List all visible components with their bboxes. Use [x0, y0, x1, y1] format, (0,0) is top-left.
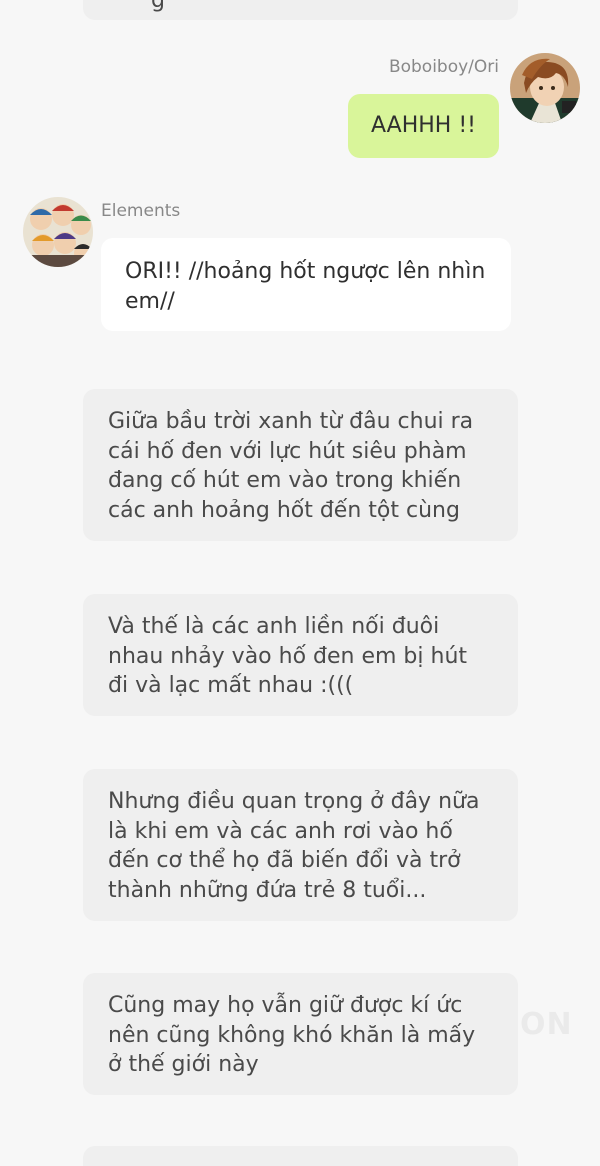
ori-avatar[interactable]	[510, 53, 580, 123]
narration-text: Cũng may họ vẫn giữ được kí ức nên cũng …	[108, 993, 476, 1077]
narration-bubble[interactable]: Cũng may họ vẫn giữ được kí ức nên cũng …	[83, 973, 518, 1095]
narration-bubble[interactable]: Giữa bầu trời xanh từ đâu chui ra cái hố…	[83, 389, 518, 541]
elements-avatar[interactable]	[23, 197, 93, 267]
next-narration-bubble	[83, 1146, 518, 1166]
ori-message-bubble[interactable]: AAHHH !!	[348, 94, 499, 158]
narration-text: Giữa bầu trời xanh từ đâu chui ra cái hố…	[108, 409, 474, 523]
narration-bubble[interactable]: Và thế là các anh liền nối đuôi nhau nhả…	[83, 594, 518, 716]
ori-message-text: AAHHH !!	[371, 113, 476, 138]
elements-avatar-image	[23, 197, 93, 267]
ori-sender-name: Boboiboy/Ori	[388, 57, 499, 77]
narration-bubble[interactable]: Nhưng điều quan trọng ở đây nữa là khi e…	[83, 769, 518, 921]
elements-message-text: ORI!! //hoảng hốt ngược lên nhìn em//	[125, 259, 486, 314]
previous-narration-text: g	[151, 0, 165, 13]
narration-text: Nhưng điều quan trọng ở đây nữa là khi e…	[108, 789, 480, 903]
elements-sender-name: Elements	[101, 201, 181, 221]
ori-avatar-image	[510, 53, 580, 123]
previous-narration-bubble: g	[83, 0, 518, 20]
narration-text: Và thế là các anh liền nối đuôi nhau nhả…	[108, 614, 468, 698]
elements-message-bubble[interactable]: ORI!! //hoảng hốt ngược lên nhìn em//	[101, 238, 511, 331]
watermark: ON	[520, 1007, 573, 1042]
